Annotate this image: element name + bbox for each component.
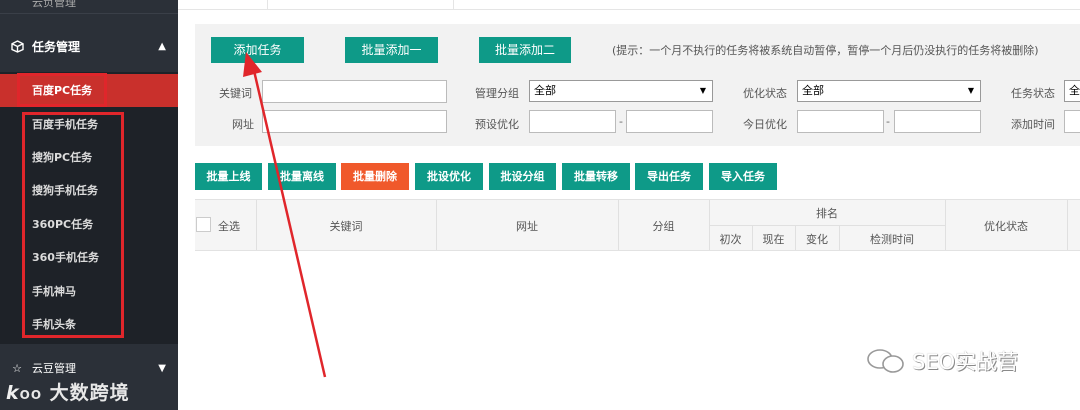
watermark: SEO实战营 <box>866 346 1018 376</box>
tab[interactable] <box>268 0 454 10</box>
column-rank: 排名 <box>816 207 838 220</box>
dropdown-arrow-icon: ▼ <box>967 86 974 95</box>
tab[interactable] <box>212 0 268 10</box>
today-opt-min-input[interactable] <box>797 110 884 133</box>
column-group[interactable]: 分组 <box>618 218 709 234</box>
select-all-label: 全选 <box>218 220 240 233</box>
dropdown-arrow-icon: ▼ <box>699 86 706 95</box>
highlight-box-active <box>17 73 107 107</box>
select-all-checkbox[interactable] <box>196 217 211 232</box>
divider <box>1067 200 1068 250</box>
column-check-time[interactable]: 检测时间 <box>839 231 945 247</box>
cube-icon <box>10 39 24 53</box>
star-icon: ☆ <box>12 361 22 375</box>
today-opt-label: 今日优化 <box>743 118 787 131</box>
task-status-label: 任务状态 <box>1011 87 1055 100</box>
divider <box>709 225 945 226</box>
highlight-box-submenu <box>22 112 124 338</box>
column-rank-now[interactable]: 现在 <box>752 231 795 247</box>
column-rank-first[interactable]: 初次 <box>709 231 752 247</box>
main-tab-bar <box>178 0 1080 10</box>
caret-up-icon: ▲ <box>158 40 166 52</box>
preset-opt-label: 预设优化 <box>475 118 519 131</box>
add-task-button[interactable]: 添加任务 <box>211 37 304 63</box>
preset-opt-max-input[interactable] <box>626 110 713 133</box>
group-select[interactable]: 全部 ▼ <box>529 80 713 102</box>
sidebar-top-item[interactable]: 云负管理 <box>0 0 178 14</box>
batch-online-button[interactable]: 批量上线 <box>195 163 262 190</box>
export-tasks-button[interactable]: 导出任务 <box>635 163 703 190</box>
caret-down-icon: ▼ <box>158 362 166 374</box>
add-time-input[interactable] <box>1064 110 1080 133</box>
column-keyword[interactable]: 关键词 <box>256 218 436 234</box>
keyword-input[interactable] <box>262 80 447 103</box>
batch-offline-button[interactable]: 批量离线 <box>268 163 336 190</box>
range-separator: - <box>886 115 890 128</box>
group-label: 管理分组 <box>475 87 519 100</box>
opt-status-select[interactable]: 全部 ▼ <box>797 80 981 102</box>
batch-add-two-button[interactable]: 批量添加二 <box>479 37 571 63</box>
batch-transfer-button[interactable]: 批量转移 <box>562 163 630 190</box>
tip-text: (提示：一个月不执行的任务将被系统自动暂停，暂停一个月后仍没执行的任务将被删除) <box>612 44 1039 57</box>
batch-add-one-button[interactable]: 批量添加一 <box>345 37 438 63</box>
batch-set-opt-button[interactable]: 批设优化 <box>415 163 483 190</box>
column-opt-status[interactable]: 优化状态 <box>945 218 1067 234</box>
column-url[interactable]: 网址 <box>436 218 618 234</box>
preset-opt-min-input[interactable] <box>529 110 616 133</box>
keyword-label: 关键词 <box>219 87 252 100</box>
import-tasks-button[interactable]: 导入任务 <box>709 163 777 190</box>
batch-delete-button[interactable]: 批量删除 <box>341 163 409 190</box>
wechat-icon <box>867 349 904 373</box>
range-separator: - <box>619 115 623 128</box>
add-time-label: 添加时间 <box>1011 118 1055 131</box>
batch-set-group-button[interactable]: 批设分组 <box>489 163 556 190</box>
brand-logo: kOO 大数跨境 <box>6 382 130 404</box>
url-label: 网址 <box>232 118 254 131</box>
url-input[interactable] <box>262 110 447 133</box>
task-status-select[interactable]: 全 <box>1064 80 1080 102</box>
today-opt-max-input[interactable] <box>894 110 981 133</box>
section-title: 任务管理 <box>32 39 81 54</box>
sidebar-section-task-management[interactable]: 任务管理 ▲ <box>0 26 178 66</box>
opt-status-label: 优化状态 <box>743 87 787 100</box>
column-rank-change[interactable]: 变化 <box>795 231 839 247</box>
